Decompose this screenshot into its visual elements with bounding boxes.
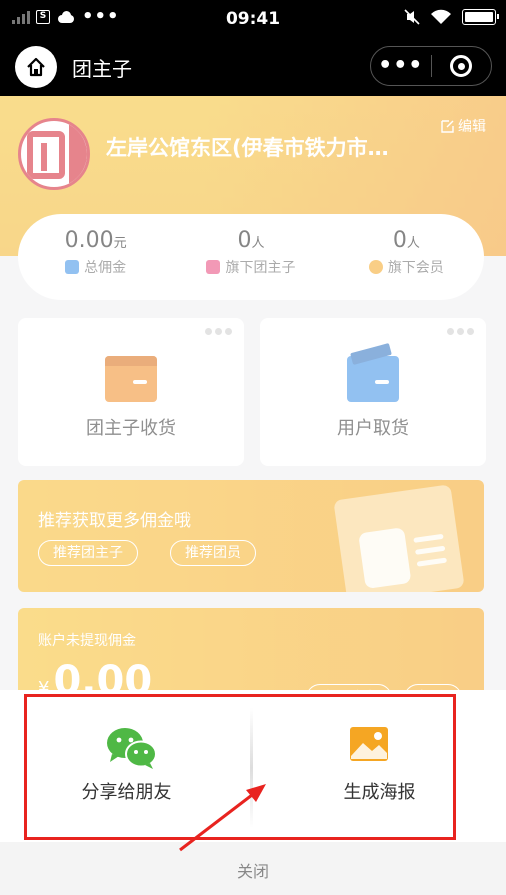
- home-icon: [27, 57, 45, 77]
- status-right: [404, 9, 499, 25]
- more-menu-button[interactable]: •••: [371, 55, 431, 77]
- target-icon: [450, 55, 473, 77]
- status-bar: S ••• 09:41: [0, 0, 506, 38]
- wifi-icon: [431, 9, 451, 24]
- battery-icon: [462, 9, 499, 25]
- mute-icon: [404, 9, 420, 25]
- close-mini-program-button[interactable]: [431, 55, 491, 77]
- highlight-box: [24, 694, 456, 840]
- close-button[interactable]: 关闭: [0, 842, 506, 895]
- mini-program-capsule: •••: [370, 46, 492, 86]
- page-title: 团主子: [72, 57, 132, 81]
- nav-bar: 团主子 •••: [0, 38, 506, 96]
- home-button[interactable]: [15, 46, 57, 88]
